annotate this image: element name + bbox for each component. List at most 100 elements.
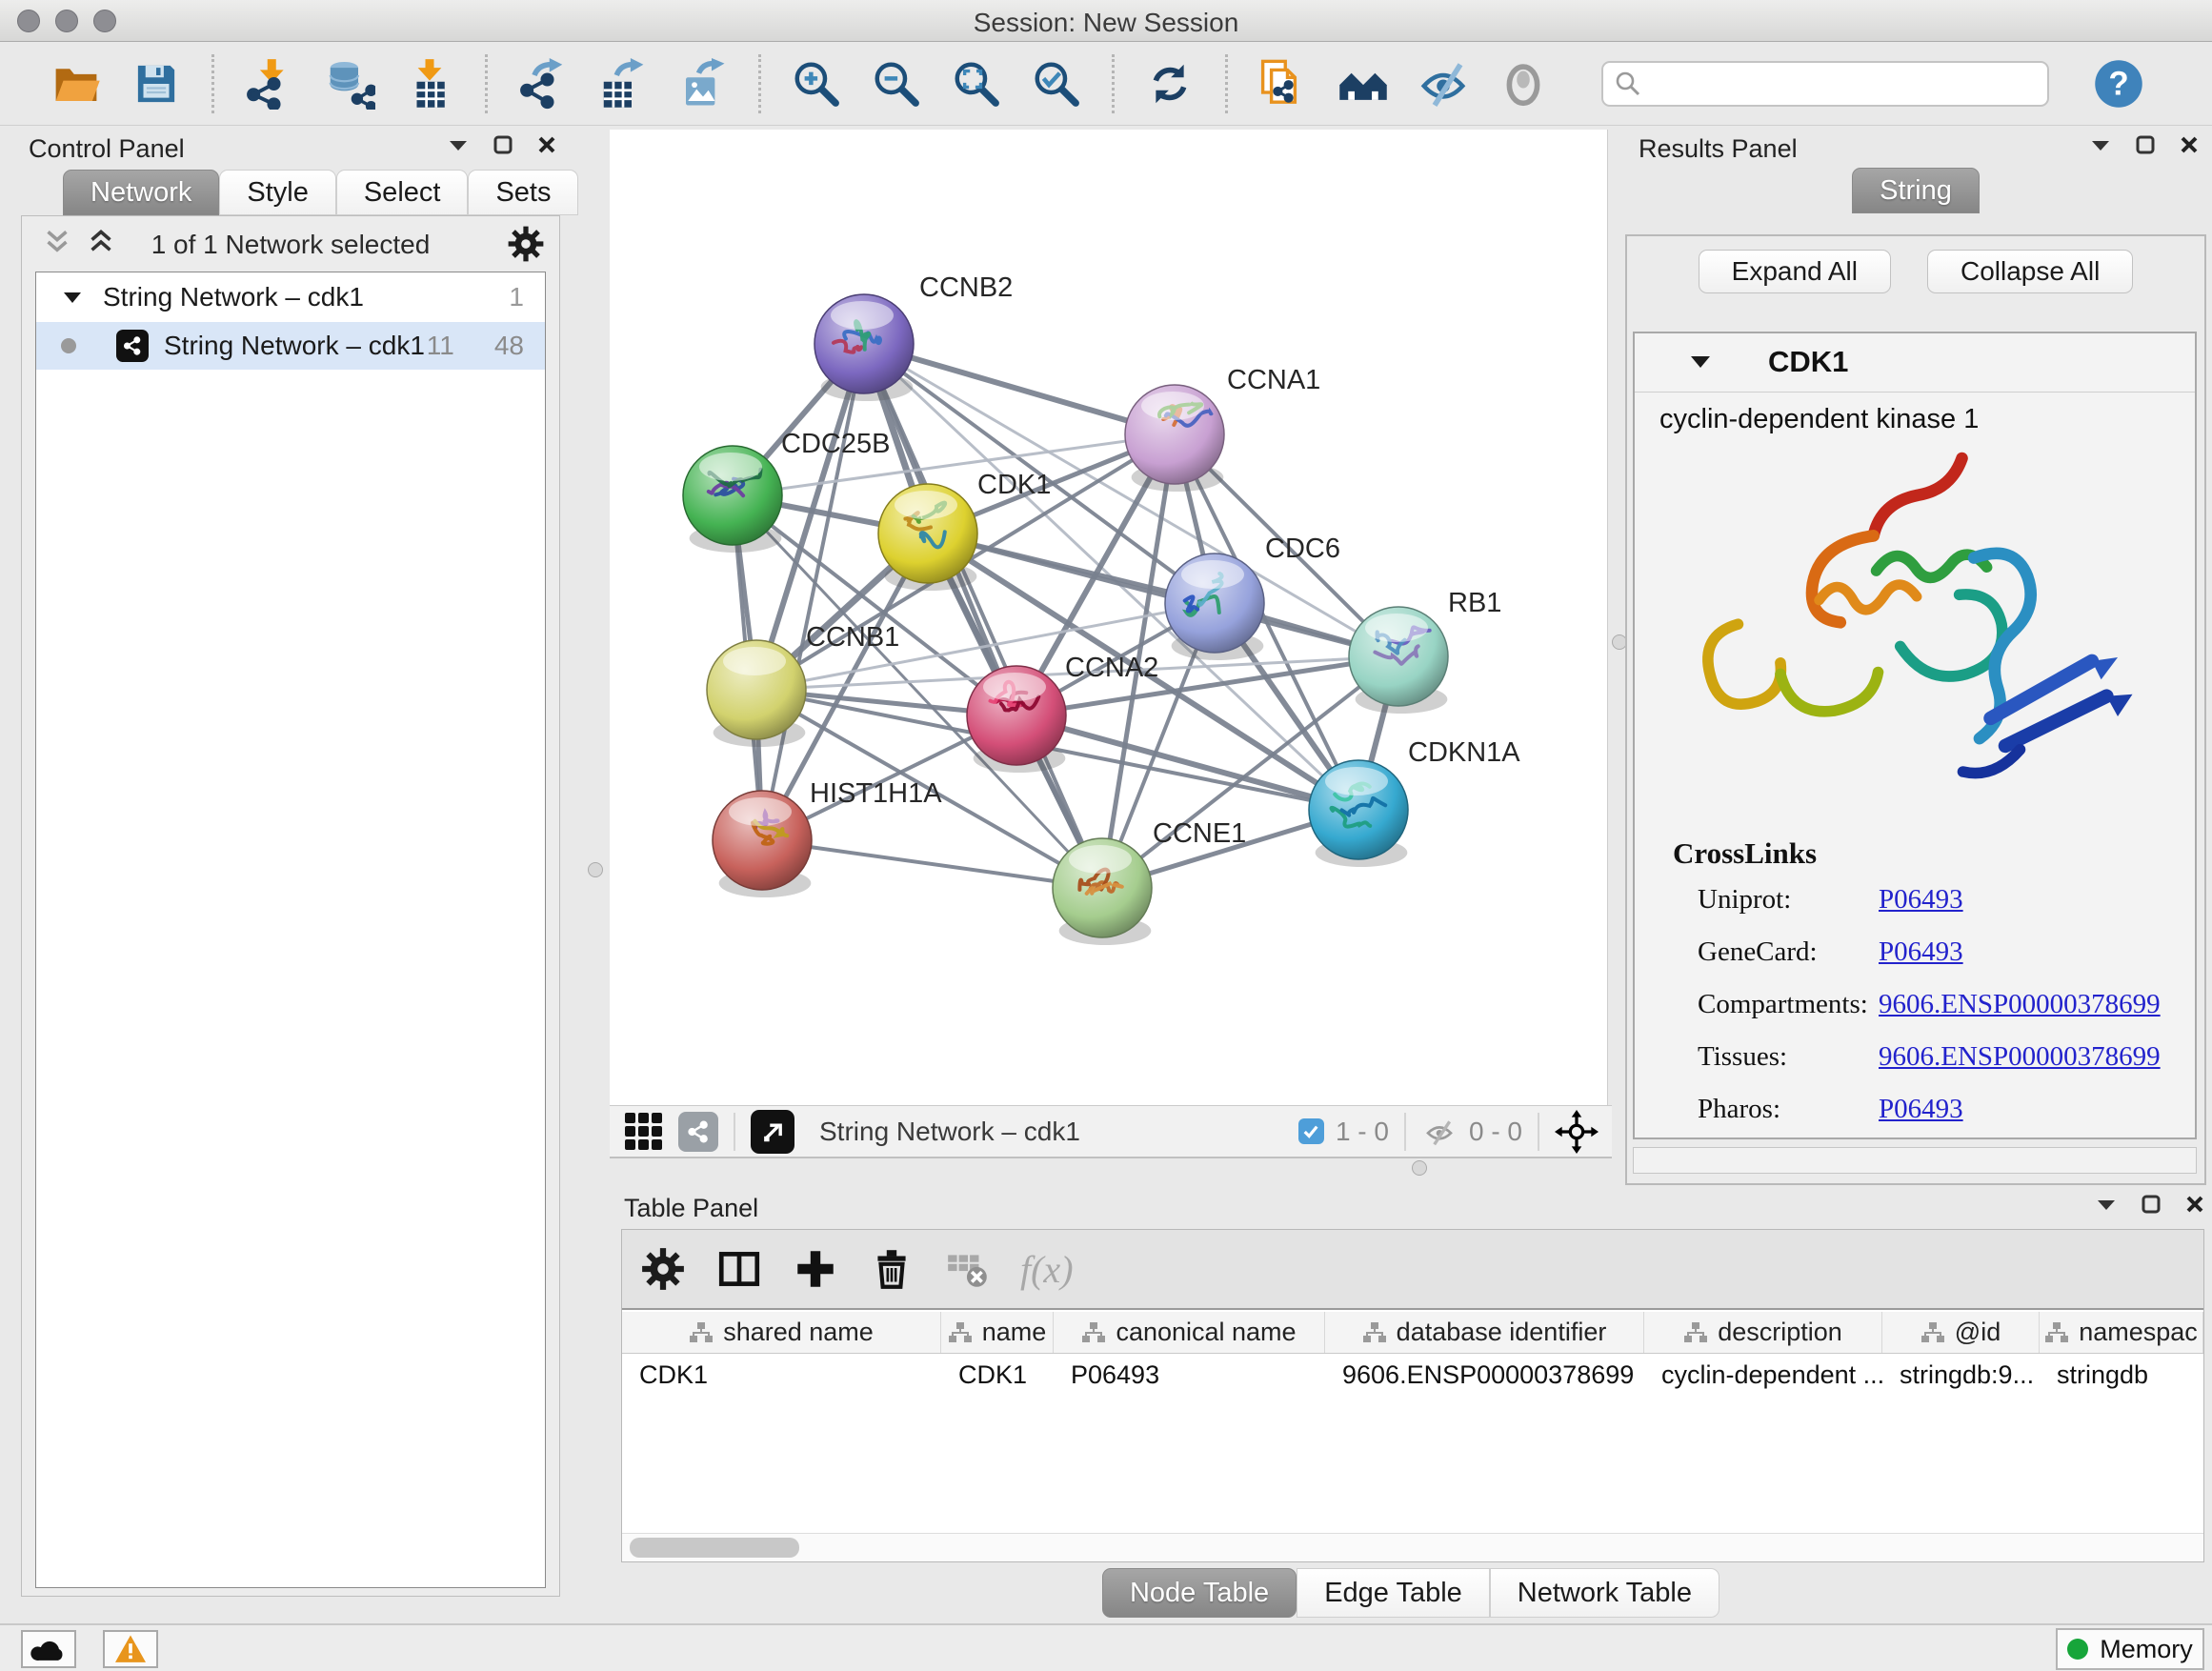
show-columns-icon[interactable] bbox=[715, 1245, 763, 1293]
network-graph[interactable]: CCNB2CCNA1CDC25BCDK1CDC6RB1CCNB1CCNA2CDK… bbox=[610, 130, 1608, 1105]
export-table-button[interactable] bbox=[595, 56, 651, 111]
column-header[interactable]: description bbox=[1644, 1312, 1882, 1353]
table-cell[interactable]: CDK1 bbox=[941, 1354, 1054, 1396]
table-cell[interactable]: CDK1 bbox=[622, 1354, 941, 1396]
save-icon bbox=[131, 58, 182, 110]
panel-close-icon[interactable] bbox=[2180, 135, 2199, 154]
zoom-out-button[interactable] bbox=[869, 56, 924, 111]
export-network-button[interactable] bbox=[515, 56, 571, 111]
search-field[interactable] bbox=[1649, 69, 2036, 98]
left-splitter-handle[interactable] bbox=[588, 862, 603, 877]
network-node[interactable]: CDK1 bbox=[878, 470, 1051, 591]
tab-edge-table[interactable]: Edge Table bbox=[1297, 1568, 1490, 1618]
node-label: CCNA2 bbox=[1065, 653, 1158, 683]
collapse-all-button[interactable]: Collapse All bbox=[1927, 250, 2133, 293]
column-header[interactable]: shared name bbox=[622, 1312, 941, 1353]
tab-string[interactable]: String bbox=[1852, 168, 1980, 213]
bottom-splitter-handle[interactable] bbox=[1412, 1160, 1427, 1176]
share-file-button[interactable] bbox=[1256, 56, 1311, 111]
crosslink-link[interactable]: P06493 bbox=[1879, 1094, 1963, 1146]
crosslink-link[interactable]: 9606.ENSP00000378699 bbox=[1879, 1041, 2161, 1094]
selected-checkbox-icon[interactable] bbox=[1298, 1118, 1324, 1144]
detach-view-button[interactable] bbox=[751, 1110, 794, 1154]
section-collapse-icon[interactable] bbox=[1690, 354, 1711, 369]
tab-node-table[interactable]: Node Table bbox=[1102, 1568, 1297, 1618]
panel-close-icon[interactable] bbox=[2185, 1195, 2204, 1214]
import-network-button[interactable] bbox=[242, 56, 297, 111]
network-share-button[interactable] bbox=[678, 1112, 718, 1152]
panel-float-icon[interactable] bbox=[2142, 1195, 2161, 1214]
tab-network-table[interactable]: Network Table bbox=[1490, 1568, 1719, 1618]
network-canvas[interactable]: CCNB2CCNA1CDC25BCDK1CDC6RB1CCNB1CCNA2CDK… bbox=[610, 130, 1608, 1105]
fit-content-crosshair-icon[interactable] bbox=[1555, 1110, 1599, 1154]
import-table-button[interactable] bbox=[402, 56, 457, 111]
panel-float-icon[interactable] bbox=[2136, 135, 2155, 154]
node-label: CDC25B bbox=[781, 429, 890, 459]
crosslink-link[interactable]: P06493 bbox=[1879, 936, 1963, 989]
panel-close-icon[interactable] bbox=[537, 135, 556, 154]
panel-menu-icon[interactable] bbox=[448, 138, 469, 151]
table-row[interactable]: CDK1CDK1P064939606.ENSP00000378699cyclin… bbox=[622, 1354, 2203, 1396]
network-node[interactable]: CDC25B bbox=[683, 429, 890, 553]
tab-style[interactable]: Style bbox=[219, 170, 335, 215]
panel-menu-icon[interactable] bbox=[2090, 138, 2111, 151]
network-node[interactable]: RB1 bbox=[1349, 588, 1501, 714]
warnings-button[interactable] bbox=[103, 1630, 158, 1668]
column-header[interactable]: canonical name bbox=[1054, 1312, 1325, 1353]
search-input[interactable] bbox=[1601, 61, 2049, 107]
cloud-button[interactable] bbox=[21, 1630, 76, 1668]
crosslink-link[interactable]: 9606.ENSP00000378699 bbox=[1879, 989, 2161, 1041]
zoom-in-button[interactable] bbox=[789, 56, 844, 111]
column-header[interactable]: @id bbox=[1882, 1312, 2040, 1353]
column-header[interactable]: namespac bbox=[2040, 1312, 2203, 1353]
table-settings-gear-icon[interactable] bbox=[639, 1245, 687, 1293]
zoom-fit-button[interactable] bbox=[949, 56, 1004, 111]
panel-float-icon[interactable] bbox=[493, 135, 513, 154]
add-column-icon[interactable] bbox=[792, 1245, 839, 1293]
table-cell[interactable]: stringdb:9... bbox=[1882, 1354, 2040, 1396]
table-hscrollbar-thumb[interactable] bbox=[630, 1538, 799, 1558]
expand-all-button[interactable]: Expand All bbox=[1699, 250, 1891, 293]
table-cell[interactable]: cyclin-dependent ... bbox=[1644, 1354, 1882, 1396]
table-cell[interactable]: stringdb bbox=[2040, 1354, 2203, 1396]
network-row-selected[interactable]: String Network – cdk1 11 48 bbox=[36, 322, 545, 370]
save-session-button[interactable] bbox=[129, 56, 184, 111]
zoom-fit-icon bbox=[951, 58, 1002, 110]
home-button[interactable] bbox=[1336, 56, 1391, 111]
crosslink-link[interactable]: P06493 bbox=[1879, 884, 1963, 936]
panel-menu-icon[interactable] bbox=[2096, 1198, 2117, 1211]
zoom-selected-button[interactable] bbox=[1029, 56, 1084, 111]
help-button[interactable]: ? bbox=[2091, 56, 2146, 111]
table-cell[interactable]: P06493 bbox=[1054, 1354, 1325, 1396]
table-hscrollbar[interactable] bbox=[622, 1533, 2203, 1561]
table-cell[interactable]: 9606.ENSP00000378699 bbox=[1325, 1354, 1644, 1396]
node-section-header[interactable]: CDK1 bbox=[1635, 333, 2195, 393]
eye-button[interactable] bbox=[1496, 56, 1551, 111]
results-hscrollbar[interactable] bbox=[1633, 1147, 2197, 1174]
delete-column-icon[interactable] bbox=[868, 1245, 915, 1293]
tab-sets[interactable]: Sets bbox=[468, 170, 578, 215]
import-database-button[interactable] bbox=[322, 56, 377, 111]
column-header[interactable]: database identifier bbox=[1325, 1312, 1644, 1353]
node-label: CCNE1 bbox=[1153, 818, 1246, 849]
tab-select[interactable]: Select bbox=[336, 170, 469, 215]
tab-network[interactable]: Network bbox=[63, 170, 219, 215]
column-type-icon bbox=[689, 1321, 714, 1344]
network-collection-row[interactable]: String Network – cdk1 1 bbox=[36, 272, 545, 322]
export-image-button[interactable] bbox=[675, 56, 731, 111]
memory-button[interactable]: Memory bbox=[2056, 1628, 2204, 1670]
column-header[interactable]: name bbox=[941, 1312, 1054, 1353]
network-edge[interactable] bbox=[762, 840, 1102, 888]
network-node[interactable]: CDC6 bbox=[1165, 534, 1340, 660]
birdseye-grid-icon[interactable] bbox=[623, 1111, 665, 1153]
network-options-gear-icon[interactable] bbox=[506, 224, 546, 269]
open-session-button[interactable] bbox=[49, 56, 104, 111]
hide-show-button[interactable] bbox=[1416, 56, 1471, 111]
tree-expand-icon[interactable] bbox=[63, 291, 82, 304]
network-edge[interactable] bbox=[762, 344, 864, 840]
node-label: CDC6 bbox=[1265, 534, 1340, 564]
network-node[interactable]: CCNA1 bbox=[1125, 365, 1320, 492]
network-node[interactable]: HIST1H1A bbox=[713, 778, 942, 897]
refresh-button[interactable] bbox=[1142, 56, 1197, 111]
network-node[interactable]: CDKN1A bbox=[1309, 737, 1520, 867]
